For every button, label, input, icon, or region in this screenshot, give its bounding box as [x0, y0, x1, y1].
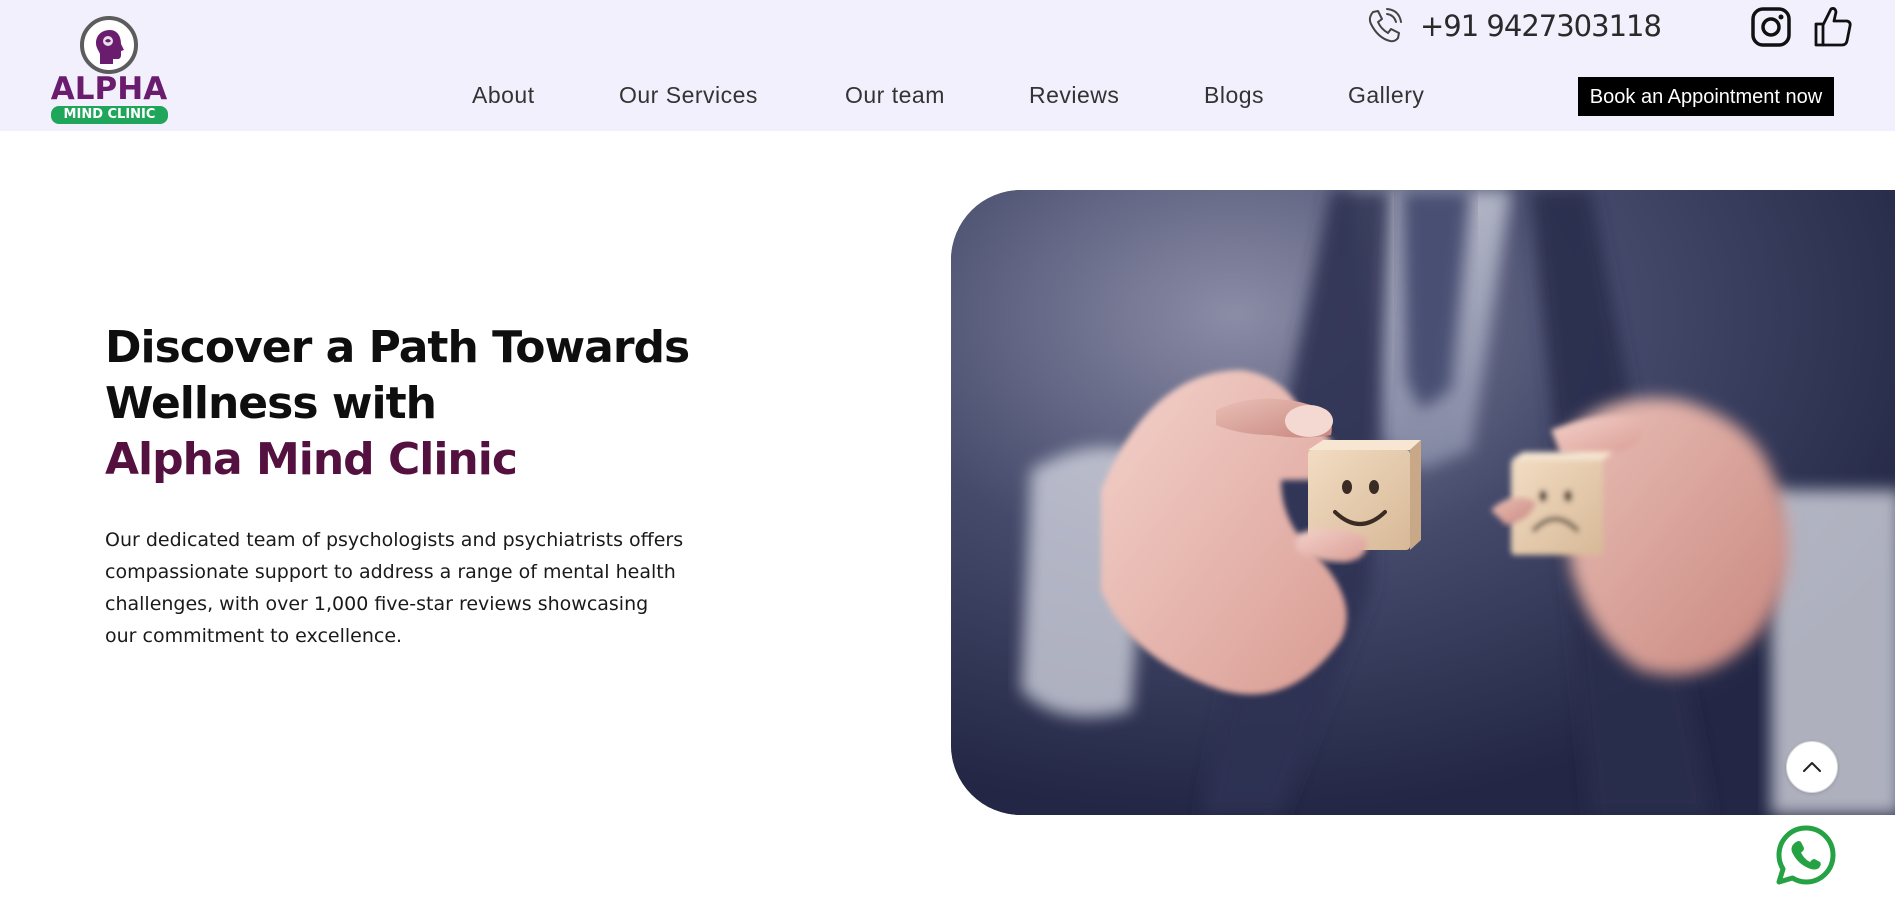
site-header: ALPHA MIND CLINIC +91 9427303118 About O… [0, 0, 1895, 131]
brain-head-icon [96, 30, 124, 64]
clinic-logo[interactable]: ALPHA MIND CLINIC [48, 14, 170, 124]
hands-holding-emoji-cubes-illustration [951, 190, 1895, 815]
nav-gallery[interactable]: Gallery [1348, 78, 1424, 112]
phone-number[interactable]: +91 9427303118 [1420, 9, 1662, 43]
phone-icon [1368, 8, 1402, 43]
chevron-up-icon [1803, 762, 1821, 772]
nav-our-team[interactable]: Our team [845, 78, 945, 112]
hero-image [951, 190, 1895, 815]
book-appointment-button[interactable]: Book an Appointment now [1578, 77, 1834, 116]
nav-our-services[interactable]: Our Services [619, 78, 758, 112]
logo-wordmark: ALPHA [50, 71, 168, 107]
scroll-to-top-button[interactable] [1786, 741, 1838, 793]
hero-title-line-1: Discover a Path Towards [105, 322, 690, 373]
nav-reviews[interactable]: Reviews [1029, 78, 1119, 112]
thumbs-up-icon[interactable] [1812, 4, 1854, 48]
hero-description: Our dedicated team of psychologists and … [105, 529, 684, 647]
phone-contact[interactable]: +91 9427303118 [1364, 4, 1662, 48]
hero-title-line-2: Wellness with [105, 378, 437, 429]
instagram-icon[interactable] [1750, 6, 1792, 48]
hero-title-accent: Alpha Mind Clinic [105, 434, 518, 485]
logo-emblem [80, 16, 138, 74]
nav-blogs[interactable]: Blogs [1204, 78, 1264, 112]
logo-subtitle: MIND CLINIC [51, 106, 168, 124]
hero-title: Discover a Path Towards Wellness with Al… [105, 320, 725, 488]
nav-about[interactable]: About [472, 78, 535, 112]
whatsapp-icon[interactable] [1775, 824, 1837, 886]
